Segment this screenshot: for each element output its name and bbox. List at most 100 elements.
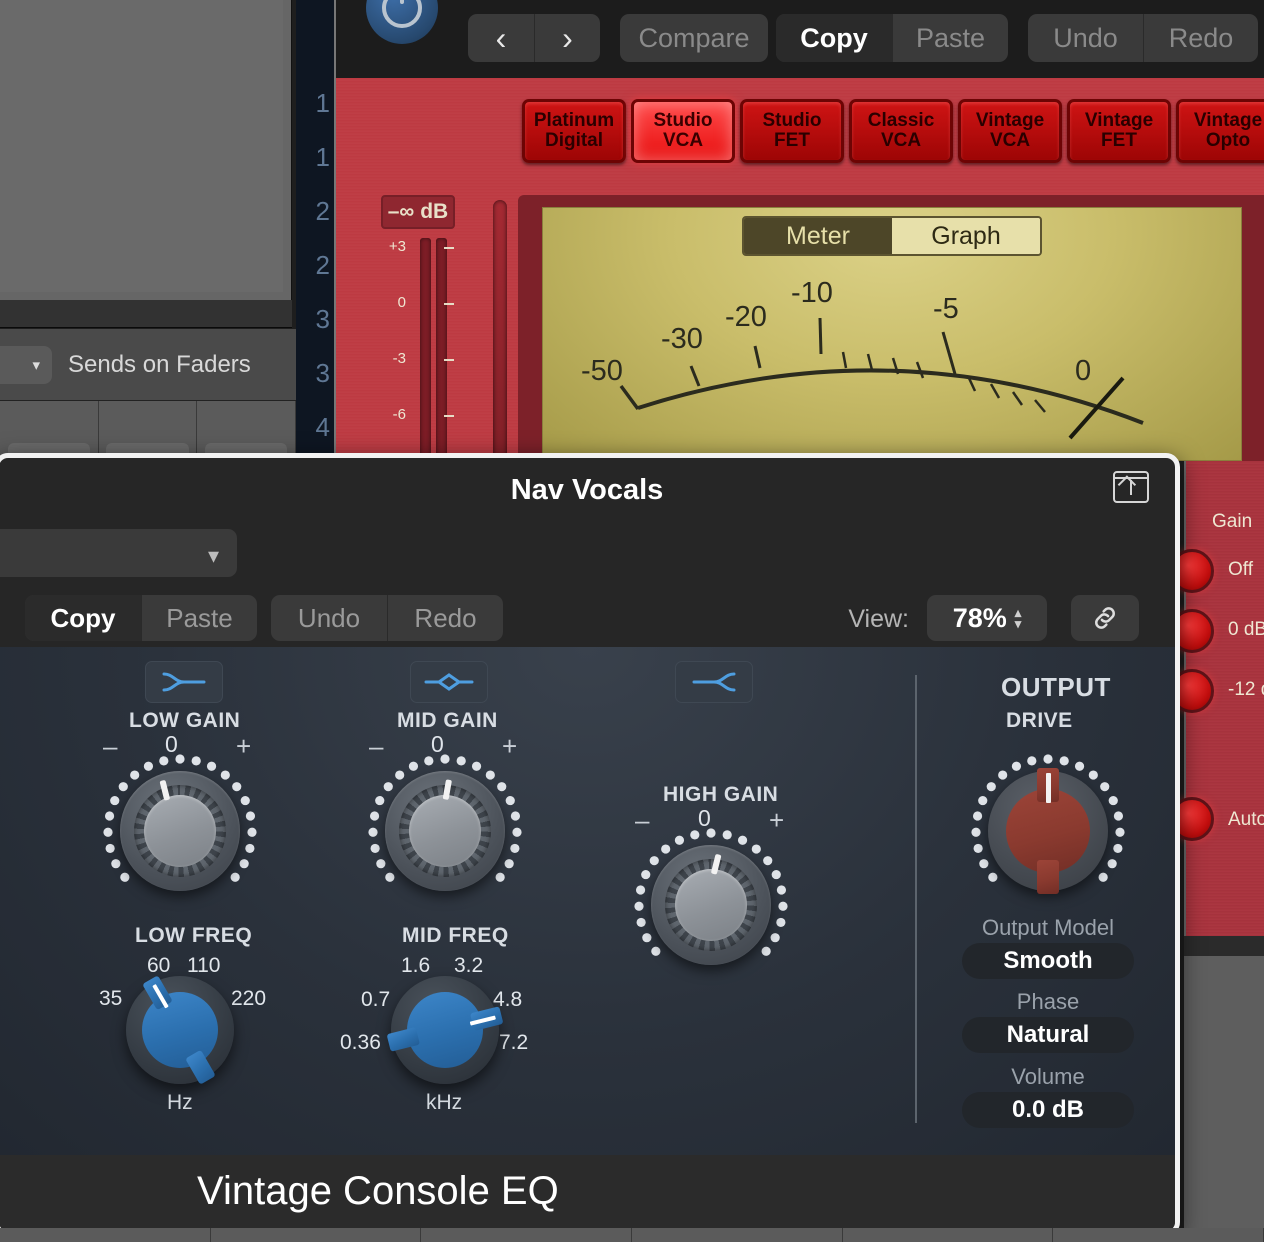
preset-dropdown[interactable]: ▾: [0, 529, 237, 577]
model-line-2: Opto: [1205, 130, 1251, 151]
compressor-header: ‹ › Compare Copy Paste Undo Redo: [336, 0, 1264, 78]
high-gain-label: HIGH GAIN: [663, 783, 779, 806]
compressor-model-button[interactable]: Studio FET: [740, 99, 844, 163]
copy-button[interactable]: Copy: [25, 595, 141, 641]
model-line-2: VCA: [989, 130, 1031, 151]
preset-nav-segment: ‹ ›: [468, 14, 600, 62]
svg-text:-5: -5: [933, 293, 959, 325]
ruler-mark: 2: [315, 250, 330, 280]
svg-text:-20: -20: [725, 301, 767, 333]
plugin-footer: Vintage Console EQ: [0, 1155, 1175, 1231]
high-gain-knob[interactable]: [627, 821, 795, 989]
svg-text:-50: -50: [581, 355, 623, 387]
model-line-1: Studio: [653, 110, 713, 132]
volume-value[interactable]: 0.0 dB: [962, 1092, 1134, 1128]
model-line-1: Platinum: [533, 110, 615, 132]
stepper-arrows-icon[interactable]: ▴ ▾: [1015, 606, 1022, 630]
view-label: View:: [848, 605, 909, 633]
mixer-left-panel: [0, 0, 292, 300]
power-icon[interactable]: [366, 0, 438, 44]
phase-value[interactable]: Natural: [962, 1017, 1134, 1053]
gain-reduction-led-meter: [493, 200, 507, 468]
gr-scale-label: +3: [388, 238, 406, 255]
mixer-channel-strip[interactable]: [99, 401, 198, 461]
vu-meter-frame: Meter Graph -50 -30 -20 -10 -5 0: [518, 195, 1264, 461]
compressor-model-button[interactable]: Studio VCA: [631, 99, 735, 163]
undo-button[interactable]: Undo: [271, 595, 387, 641]
model-line-2: FET: [774, 130, 810, 151]
svg-text:0: 0: [1075, 355, 1091, 387]
eq-panel: LOW GAIN – 0 + LOW FREQ 60 110 35 220 Hz…: [0, 647, 1175, 1155]
low-freq-mark-35: 35: [99, 987, 123, 1010]
gr-scale-tick: [444, 415, 454, 417]
model-line-1: Studio: [762, 110, 822, 132]
compare-segment: Compare: [620, 14, 768, 62]
low-freq-knob[interactable]: [126, 975, 234, 1085]
redo-button[interactable]: Redo: [1143, 14, 1258, 62]
ruler-mark: 4: [315, 412, 330, 442]
low-freq-mark-220: 220: [231, 987, 267, 1010]
view-dropdown-button[interactable]: ew ▾: [0, 345, 52, 384]
auto-gain-title: Gain: [1212, 511, 1253, 532]
paste-button[interactable]: Paste: [141, 595, 257, 641]
redo-button[interactable]: Redo: [387, 595, 503, 641]
compressor-model-button[interactable]: Vintage Opto: [1176, 99, 1264, 163]
compressor-model-button[interactable]: Platinum Digital: [522, 99, 626, 163]
model-line-2: FET: [1101, 130, 1137, 151]
compressor-plugin: ‹ › Compare Copy Paste Undo Redo Platinu…: [336, 0, 1264, 479]
high-shelf-icon[interactable]: [675, 661, 753, 703]
low-shelf-icon[interactable]: [145, 661, 223, 703]
paste-button[interactable]: Paste: [892, 14, 1008, 62]
mixer-panel-inner: [0, 0, 283, 292]
view-zoom-stepper[interactable]: 78% ▴ ▾: [927, 595, 1047, 641]
copy-button[interactable]: Copy: [776, 14, 892, 62]
mid-freq-mark-1-6: 1.6: [401, 954, 431, 977]
gr-scale-label: -3: [392, 350, 406, 367]
undo-redo-segment: Undo Redo: [1028, 14, 1258, 62]
ruler-mark: 1: [315, 142, 330, 172]
undo-button[interactable]: Undo: [1028, 14, 1143, 62]
compressor-body: Platinum Digital Studio VCA Studio FET Classic…: [336, 78, 1264, 479]
mid-freq-label: MID FREQ: [402, 924, 509, 947]
undo-redo-segment: Undo Redo: [271, 595, 503, 641]
mid-freq-knob[interactable]: [386, 976, 504, 1084]
low-gain-knob[interactable]: [96, 747, 264, 915]
ruler-mark: 2: [315, 196, 330, 226]
eq-panel-background: LOW GAIN – 0 + LOW FREQ 60 110 35 220 Hz…: [0, 647, 1175, 1155]
mid-gain-knob[interactable]: [361, 747, 529, 915]
model-line-1: Vintage: [1084, 110, 1154, 132]
mid-freq-unit: kHz: [426, 1091, 463, 1114]
chevron-down-icon: ▾: [32, 356, 40, 374]
sends-on-faders-label: Sends on Faders: [68, 350, 251, 378]
gr-scale-label: -6: [392, 406, 406, 423]
compressor-model-button[interactable]: Vintage FET: [1067, 99, 1171, 163]
output-model-value[interactable]: Smooth: [962, 943, 1134, 979]
bell-icon[interactable]: [410, 661, 488, 703]
window-up-arrow-icon[interactable]: [1113, 471, 1149, 503]
low-gain-label: LOW GAIN: [129, 709, 241, 732]
model-line-2: Digital: [544, 130, 604, 151]
low-freq-label: LOW FREQ: [135, 924, 253, 947]
prev-preset-button[interactable]: ‹: [468, 14, 534, 62]
next-preset-button[interactable]: ›: [534, 14, 600, 62]
compare-button[interactable]: Compare: [620, 14, 768, 62]
gr-scale-tick: [444, 303, 454, 305]
plugin-toolbar: Copy Paste Undo Redo View: 78% ▴ ▾: [0, 589, 1175, 647]
mixer-channel-strip[interactable]: [0, 401, 99, 461]
drive-label: DRIVE: [1006, 709, 1073, 732]
gr-meter-bar-right: [436, 238, 447, 468]
mid-freq-mark-0-36: 0.36: [340, 1031, 381, 1054]
link-icon[interactable]: [1071, 595, 1139, 641]
svg-text:-10: -10: [791, 277, 833, 309]
model-line-2: VCA: [662, 130, 704, 151]
mixer-channel-strip[interactable]: [197, 401, 297, 461]
ruler-mark: 1: [315, 88, 330, 118]
compressor-model-button[interactable]: Classic VCA: [849, 99, 953, 163]
view-zoom-value: 78%: [952, 602, 1007, 633]
gr-scale-label: 0: [397, 294, 406, 311]
track-ruler: 1 1 2 2 3 3 4: [296, 0, 336, 461]
drive-knob[interactable]: [964, 747, 1132, 915]
mid-freq-mark-0-7: 0.7: [361, 988, 391, 1011]
compressor-model-button[interactable]: Vintage VCA: [958, 99, 1062, 163]
mixer-bottom-strip: [0, 1228, 1264, 1242]
